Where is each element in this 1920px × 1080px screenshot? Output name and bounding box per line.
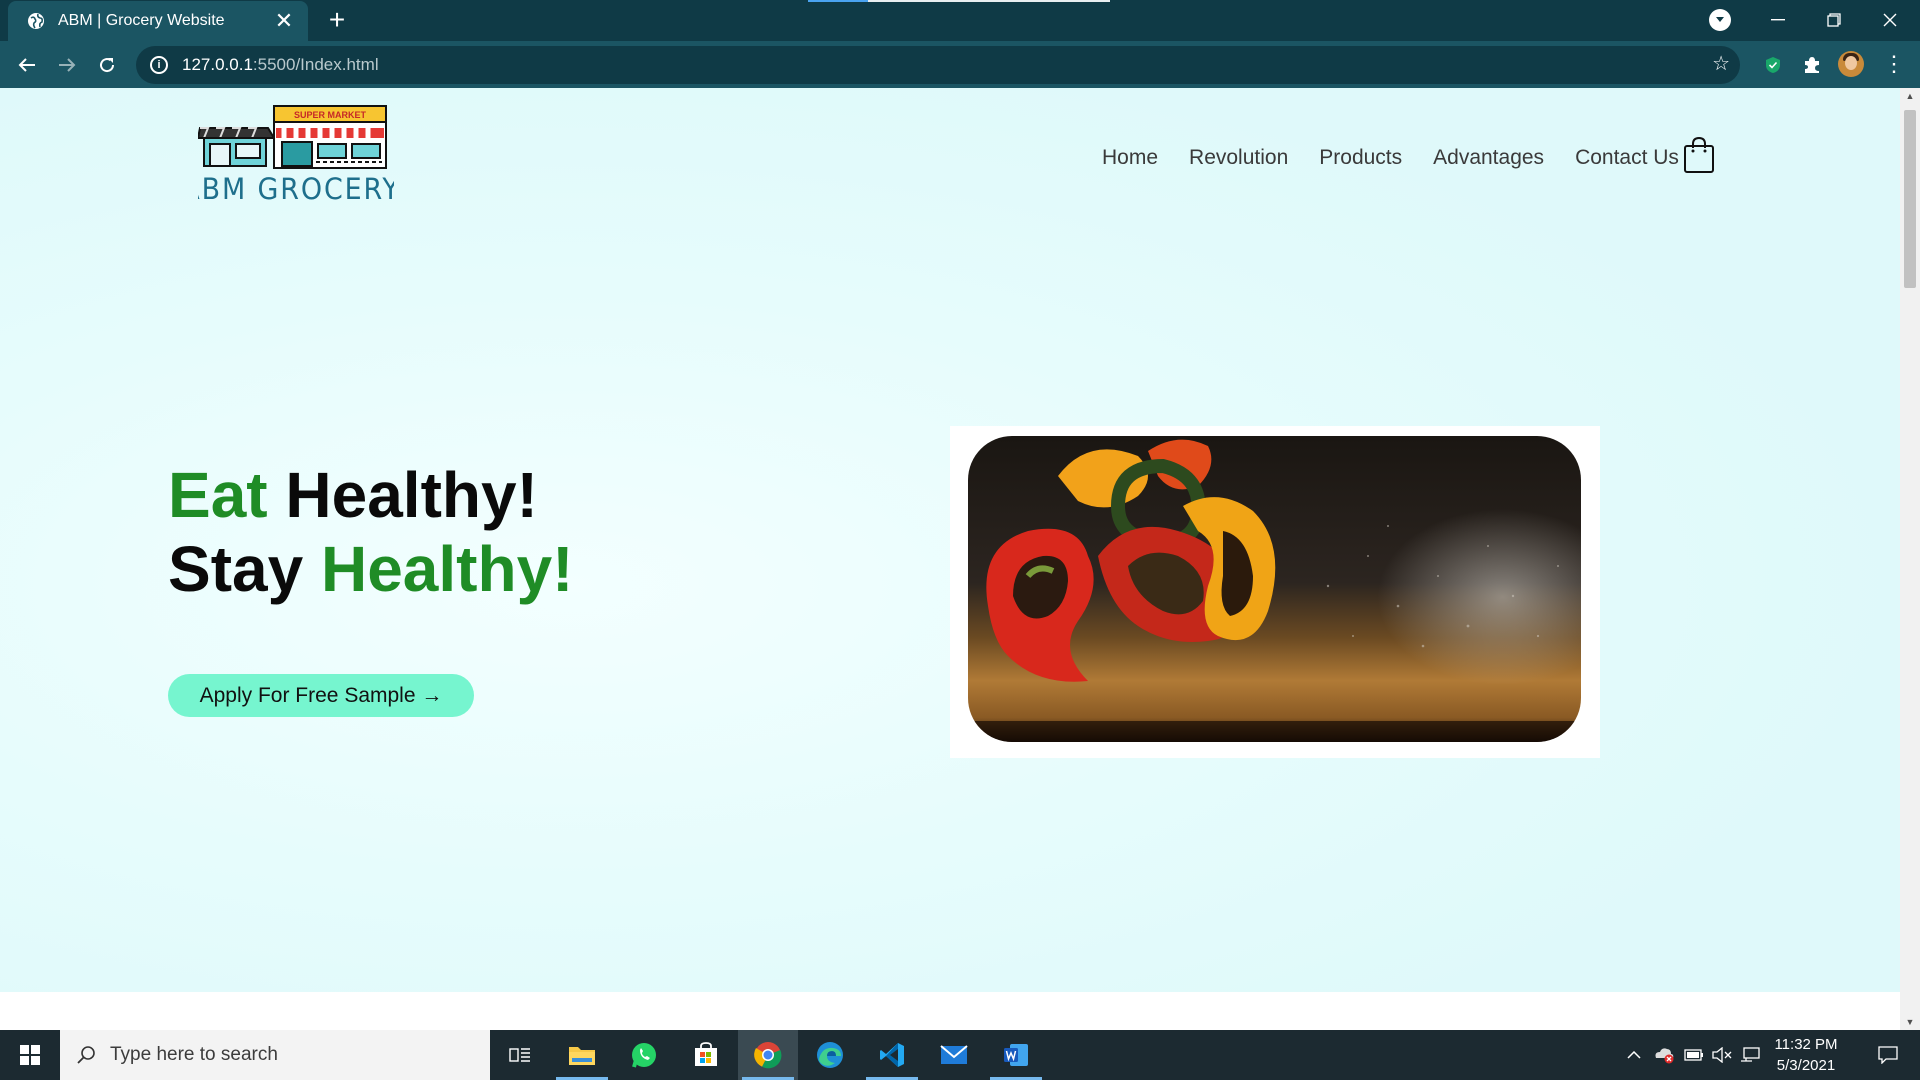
hero-title: Eat Healthy! Stay Healthy!	[168, 458, 573, 606]
svg-text:ABM GROCERY: ABM GROCERY	[198, 172, 394, 206]
back-button[interactable]	[11, 49, 43, 81]
scroll-down-icon[interactable]: ▼	[1900, 1014, 1920, 1030]
file-explorer-icon[interactable]	[552, 1030, 612, 1080]
close-window-button[interactable]	[1862, 0, 1918, 40]
page-viewport: SUPER MARKET ABM GROCERY Home Revolution…	[0, 88, 1920, 1030]
browser-titlebar: ABM | Grocery Website ✕ +	[0, 0, 1920, 41]
nav-link-contact-us[interactable]: Contact Us	[1575, 146, 1679, 170]
hero-word-eat: Eat	[168, 459, 268, 531]
loading-indicator	[808, 0, 1110, 2]
taskbar-clock[interactable]: 11:32 PM 5/3/2021	[1766, 1034, 1846, 1076]
battery-icon[interactable]	[1680, 1030, 1708, 1080]
store-icon[interactable]	[676, 1030, 736, 1080]
onedrive-icon[interactable]	[1650, 1030, 1678, 1080]
search-icon	[77, 1046, 95, 1064]
info-icon[interactable]: i	[150, 56, 168, 74]
star-icon[interactable]: ☆	[1712, 54, 1730, 74]
chrome-icon[interactable]	[738, 1030, 798, 1080]
main-nav: Home Revolution Products Advantages Cont…	[1102, 146, 1710, 170]
windows-taskbar: Type here to search 11:32 PM 5/3/2021	[0, 1030, 1920, 1080]
mail-icon[interactable]	[924, 1030, 984, 1080]
site-logo[interactable]: SUPER MARKET ABM GROCERY	[181, 104, 399, 208]
browser-tab[interactable]: ABM | Grocery Website ✕	[8, 1, 308, 41]
free-sample-button[interactable]: Apply For Free Sample →	[168, 674, 474, 717]
svg-text:SUPER MARKET: SUPER MARKET	[294, 110, 367, 120]
reload-icon	[100, 58, 115, 73]
new-tab-button[interactable]: +	[322, 6, 352, 36]
scrollbar-thumb[interactable]	[1904, 110, 1916, 288]
reload-button[interactable]	[91, 49, 123, 81]
hero-word-healthy-1: Healthy!	[285, 459, 538, 531]
nav-link-advantages[interactable]: Advantages	[1433, 146, 1544, 170]
forward-button[interactable]	[51, 49, 83, 81]
clock-date: 5/3/2021	[1776, 1057, 1836, 1074]
nav-link-revolution[interactable]: Revolution	[1189, 146, 1288, 170]
notification-icon[interactable]	[1864, 1030, 1912, 1080]
windows-logo-icon	[20, 1045, 40, 1065]
network-icon[interactable]	[1736, 1030, 1764, 1080]
web-page: SUPER MARKET ABM GROCERY Home Revolution…	[0, 88, 1900, 992]
address-bar[interactable]: i 127.0.0.1:5500/Index.html ☆	[136, 46, 1740, 84]
nav-link-products[interactable]: Products	[1319, 146, 1402, 170]
puzzle-icon[interactable]	[1799, 52, 1825, 78]
tab-title: ABM | Grocery Website	[58, 12, 225, 29]
chevron-up-icon[interactable]	[1620, 1030, 1648, 1080]
page-scrollbar[interactable]: ▲ ▼	[1900, 88, 1920, 1030]
task-view-icon[interactable]	[490, 1030, 550, 1080]
scroll-up-icon[interactable]: ▲	[1900, 88, 1920, 104]
nav-link-home[interactable]: Home	[1102, 146, 1158, 170]
back-arrow-icon	[18, 58, 35, 72]
clock-time: 11:32 PM	[1774, 1036, 1838, 1053]
restore-button[interactable]	[1806, 0, 1862, 40]
tab-close-icon[interactable]: ✕	[272, 10, 296, 32]
browser-toolbar: i 127.0.0.1:5500/Index.html ☆	[0, 41, 1920, 88]
forward-arrow-icon	[59, 58, 76, 72]
tab-search-button[interactable]	[1709, 9, 1731, 31]
chevron-down-icon	[1716, 17, 1724, 22]
shield-extension-icon[interactable]	[1760, 52, 1786, 78]
hero-word-stay: Stay	[168, 533, 304, 605]
start-button[interactable]	[0, 1030, 60, 1080]
shopping-bag-icon[interactable]	[1683, 136, 1715, 174]
search-placeholder: Type here to search	[110, 1044, 278, 1065]
whatsapp-icon[interactable]	[614, 1030, 674, 1080]
kebab-icon[interactable]: ⋮	[1882, 51, 1906, 77]
globe-icon	[26, 11, 46, 31]
url-text: 127.0.0.1:5500/Index.html	[182, 55, 379, 74]
hero-image-frame	[950, 426, 1600, 758]
bell-pepper-image	[968, 436, 1581, 742]
edge-icon[interactable]	[800, 1030, 860, 1080]
vscode-icon[interactable]	[862, 1030, 922, 1080]
minimize-button[interactable]	[1750, 0, 1806, 40]
profile-avatar[interactable]	[1838, 51, 1864, 77]
word-icon[interactable]	[986, 1030, 1046, 1080]
hero-word-healthy-2: Healthy!	[320, 533, 574, 605]
volume-muted-icon[interactable]	[1708, 1030, 1736, 1080]
taskbar-search[interactable]: Type here to search	[60, 1030, 490, 1080]
